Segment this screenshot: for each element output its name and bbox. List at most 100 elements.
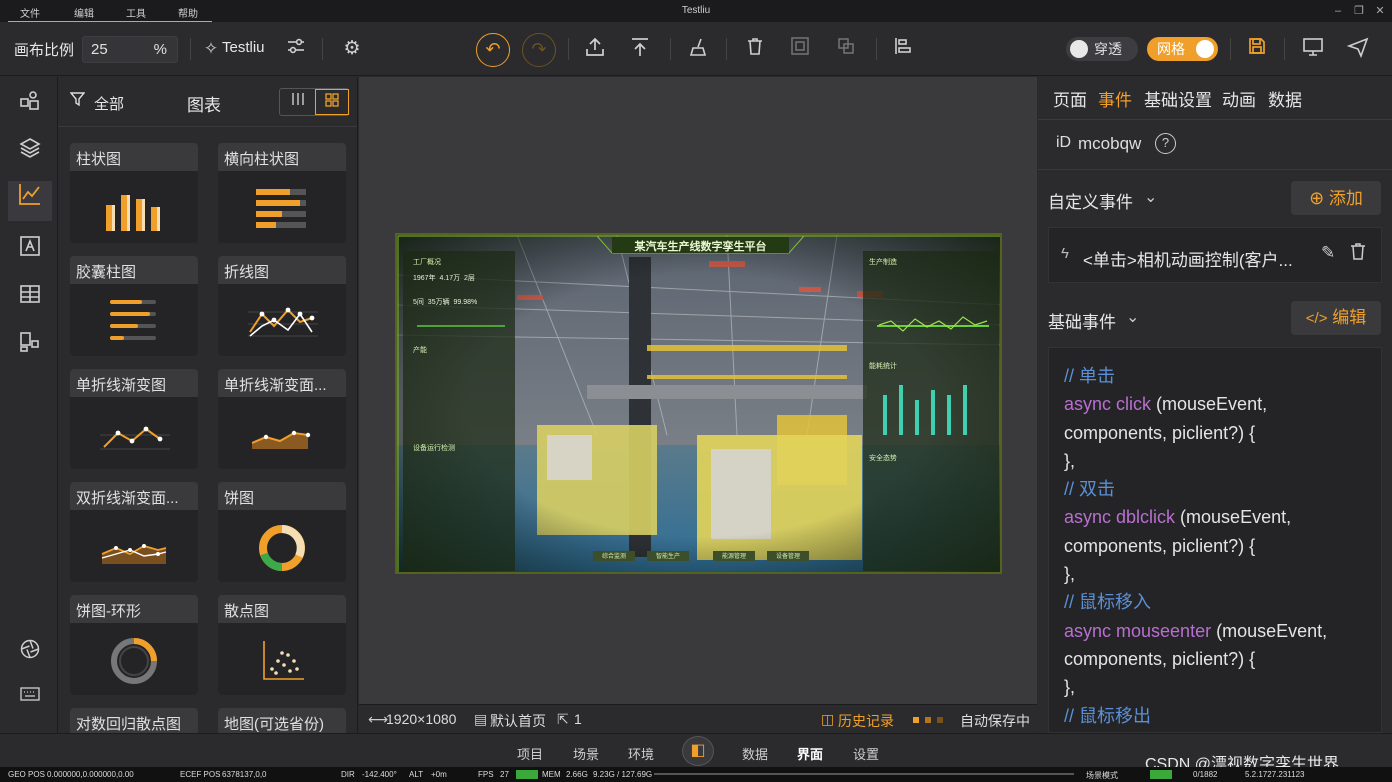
toggle-knob <box>1070 40 1088 58</box>
scene-btn-equipment[interactable]: 设备管理 <box>767 551 809 560</box>
toolbar-divider <box>1230 38 1231 60</box>
canvas-ratio-input[interactable]: 25 % <box>82 36 178 63</box>
chart-card-capsule[interactable]: 胶囊柱图 <box>70 256 198 356</box>
nav-scene[interactable]: 场景 <box>573 744 599 763</box>
redo-button[interactable]: ↷ <box>522 33 556 67</box>
base-events-title[interactable]: 基础事件 <box>1048 308 1116 333</box>
upload-icon[interactable] <box>582 36 608 62</box>
text-icon[interactable] <box>14 234 46 266</box>
tab-animation[interactable]: 动画 <box>1222 86 1256 111</box>
autosave-dot <box>913 717 919 723</box>
scene-btn-energy[interactable]: 能源管理 <box>713 551 755 560</box>
chart-card-scatter[interactable]: 散点图 <box>218 595 346 695</box>
chevron-down-icon[interactable]: ⌄ <box>1126 307 1139 327</box>
toolbar-divider <box>1284 38 1285 60</box>
nav-data[interactable]: 数据 <box>742 744 768 763</box>
chart-card-hbar[interactable]: 横向柱状图 <box>218 143 346 243</box>
edit-icon[interactable]: ✎ <box>1321 243 1335 263</box>
project-name[interactable]: Testliu <box>222 39 265 56</box>
history-icon[interactable]: ◫ <box>821 711 834 728</box>
sliders-icon[interactable] <box>283 36 309 62</box>
mode-toggle[interactable] <box>1150 770 1172 779</box>
maximize-icon[interactable]: ❐ <box>1351 3 1367 19</box>
filter-icon[interactable] <box>69 92 86 111</box>
autosave-dot <box>925 717 931 723</box>
scene-btn-production[interactable]: 智能生产 <box>647 551 689 560</box>
chart-card-gradient-area[interactable]: 单折线渐变面... <box>218 369 346 469</box>
line-chart-icon <box>248 307 318 337</box>
chart-card-ring[interactable]: 饼图-环形 <box>70 595 198 695</box>
id-value: mcobqw <box>1078 134 1142 153</box>
trash-icon[interactable] <box>742 36 768 62</box>
chart-card-pie[interactable]: 饼图 <box>218 482 346 582</box>
help-icon[interactable]: ? <box>1155 133 1176 154</box>
scene-safety-title: 安全态势 <box>869 455 897 462</box>
delete-icon[interactable] <box>1349 242 1367 266</box>
grid-toggle[interactable]: 网格 <box>1147 37 1218 61</box>
history-link[interactable]: 历史记录 <box>838 711 894 731</box>
ungroup-icon[interactable] <box>833 36 859 62</box>
brush-clear-icon[interactable] <box>686 36 712 62</box>
undo-button[interactable]: ↶ <box>476 33 510 67</box>
group-icon[interactable] <box>787 36 813 62</box>
event-item[interactable]: ϟ <单击>相机动画控制(客户... ✎ <box>1048 227 1382 283</box>
minimize-icon[interactable]: – <box>1330 3 1346 19</box>
widgets-icon[interactable] <box>14 330 46 362</box>
chart-card-dual-area[interactable]: 双折线渐变面... <box>70 482 198 582</box>
dir-label: DIR <box>341 770 355 779</box>
resolution-value[interactable]: 1920×1080 <box>386 711 456 727</box>
component-panel-header: 全部 图表 <box>58 77 357 127</box>
center-home-icon[interactable]: ◧ <box>682 736 714 766</box>
custom-events-title[interactable]: 自定义事件 <box>1048 188 1133 213</box>
send-icon[interactable] <box>1345 36 1371 62</box>
code-line: // 双击 <box>1064 479 1116 500</box>
tab-page[interactable]: 页面 <box>1053 86 1087 111</box>
table-icon[interactable] <box>14 282 46 314</box>
aperture-icon[interactable] <box>14 638 46 670</box>
alt-label: ALT <box>409 770 424 779</box>
grid-view-icon[interactable] <box>315 89 349 115</box>
chart-card-bar[interactable]: 柱状图 <box>70 143 198 243</box>
add-event-button[interactable]: ⊕ 添加 <box>1291 181 1381 215</box>
passthrough-toggle[interactable]: 穿透 <box>1066 37 1138 61</box>
align-left-icon[interactable] <box>890 36 916 62</box>
save-icon[interactable] <box>1244 36 1270 62</box>
nav-settings[interactable]: 设置 <box>853 744 879 763</box>
ecef-label: ECEF POS <box>180 770 221 779</box>
document-icon: ▤ <box>474 711 488 727</box>
code-line: // 单击 <box>1064 366 1116 386</box>
chart-icon[interactable] <box>8 181 52 221</box>
code-line: components, piclient?) { <box>1064 535 1256 556</box>
code-line: async dblclick (mouseEvent, <box>1064 507 1292 528</box>
component-panel: 全部 图表 柱状图 横向柱状图 胶囊柱图 折线图 单折线渐变图 单折线渐变面..… <box>58 77 358 733</box>
publish-icon[interactable] <box>627 36 653 62</box>
chart-card-line[interactable]: 折线图 <box>218 256 346 356</box>
gear-icon[interactable]: ⚙ <box>339 36 365 62</box>
components-icon[interactable] <box>14 89 46 121</box>
close-icon[interactable]: ✕ <box>1372 3 1388 19</box>
filter-label[interactable]: 全部 <box>94 93 124 114</box>
chart-card-map[interactable]: 地图(可选省份) <box>218 708 346 733</box>
list-view-icon[interactable] <box>280 89 315 115</box>
tab-basic-settings[interactable]: 基础设置 <box>1144 86 1212 111</box>
tab-events[interactable]: 事件 <box>1098 86 1132 111</box>
nav-environment[interactable]: 环境 <box>628 744 654 763</box>
scene-btn-monitor[interactable]: 综合监测 <box>593 551 635 560</box>
nav-project[interactable]: 项目 <box>517 744 543 763</box>
nav-interface[interactable]: 界面 <box>797 744 823 763</box>
layers-icon[interactable] <box>14 136 46 168</box>
code-editor[interactable]: // 单击 async click (mouseEvent, component… <box>1048 347 1382 733</box>
chart-card-gradient-line[interactable]: 单折线渐变图 <box>70 369 198 469</box>
chevron-down-icon[interactable]: ⌄ <box>1144 187 1157 207</box>
engine-version: 5.2.1727.231123 <box>1245 770 1305 779</box>
chart-card-log-scatter[interactable]: 对数回归散点图 <box>70 708 198 733</box>
bottom-nav: 项目 场景 环境 ◧ 数据 界面 设置 CSDN @漂视数字孪生世界 <box>0 733 1392 773</box>
edit-code-button[interactable]: </> 编辑 <box>1291 301 1381 335</box>
timeline-track[interactable] <box>654 773 1074 775</box>
tab-data[interactable]: 数据 <box>1268 86 1302 111</box>
keyboard-icon[interactable] <box>14 680 46 712</box>
home-page-label[interactable]: 默认首页 <box>490 711 546 731</box>
scene-preview[interactable]: 某汽车生产线数字孪生平台 工厂概况 1967年 4.17万 2层 5间 35万辆… <box>395 233 1002 574</box>
mem-label: MEM <box>542 770 561 779</box>
monitor-icon[interactable] <box>1300 36 1326 62</box>
